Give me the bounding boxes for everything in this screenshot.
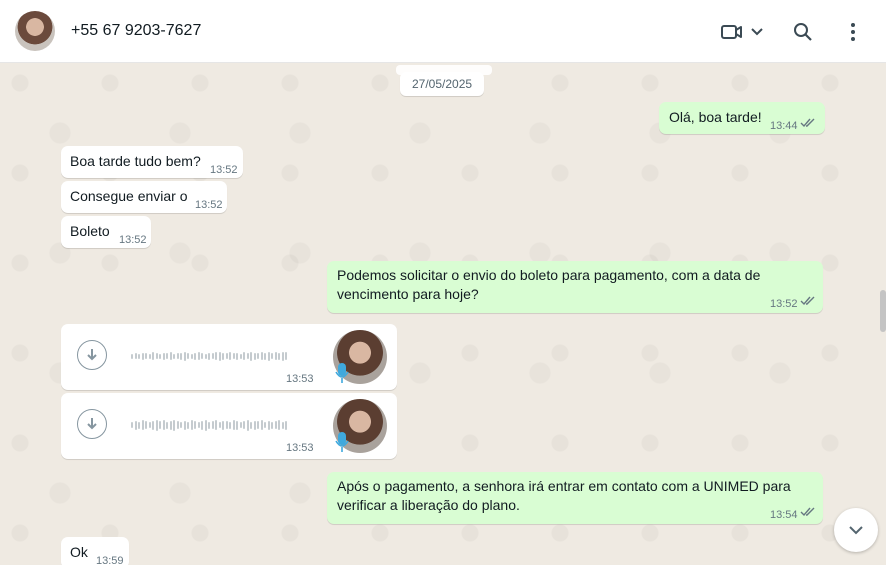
message-time: 13:52 [119,234,147,246]
scrollbar-thumb[interactable] [880,290,886,332]
message-list[interactable]: 27/05/2025 Olá, boa tarde! 13:44 Boa tar… [0,63,886,565]
message-text-line: verificar a liberação do plano. [337,497,520,513]
video-call-icon[interactable] [718,18,746,46]
contact-name[interactable]: +55 67 9203-7627 [71,22,201,40]
voice-message[interactable]: 13:53 [61,324,397,390]
message-bubble-incoming[interactable]: Boleto 13:52 [61,216,151,248]
message-bubble-incoming[interactable]: Consegue enviar o 13:52 [61,181,227,213]
date-separator: 27/05/2025 [400,72,485,96]
menu-icon[interactable] [839,18,867,46]
message-time: 13:59 [96,555,124,565]
chat-header: +55 67 9203-7627 [0,0,886,63]
contact-avatar[interactable] [15,11,55,51]
message-bubble-incoming[interactable]: Boa tarde tudo bem? 13:52 [61,146,243,178]
message-time: 13:52 [210,164,238,176]
message-time: 13:53 [286,442,314,454]
message-bubble-incoming[interactable]: Ok 13:59 [61,537,129,565]
message-time: 13:52 [770,298,798,310]
message-bubble-outgoing[interactable]: Podemos solicitar o envio do boleto para… [327,261,823,313]
search-icon[interactable] [789,18,817,46]
message-time: 13:44 [770,120,798,132]
chevron-down-icon[interactable] [743,18,771,46]
message-text: Olá, boa tarde! [669,109,762,125]
message-bubble-outgoing[interactable]: Após o pagamento, a senhora irá entrar e… [327,472,823,524]
message-time: 13:53 [286,373,314,385]
message-text-line: vencimento para hoje? [337,286,479,302]
waveform[interactable] [131,419,306,431]
scroll-to-bottom-button[interactable] [834,508,878,552]
message-time: 13:52 [195,199,223,211]
message-text: Consegue enviar o [70,188,188,204]
download-icon[interactable] [77,409,107,439]
message-time: 13:54 [770,509,798,521]
message-text: Boleto [70,223,110,239]
message-text-line: Podemos solicitar o envio do boleto para… [337,267,761,283]
message-text-line: Após o pagamento, a senhora irá entrar e… [337,478,791,494]
read-ticks-icon [800,118,815,128]
message-text: Ok [70,544,88,560]
voice-message[interactable]: 13:53 [61,393,397,459]
microphone-icon [335,432,349,452]
download-icon[interactable] [77,340,107,370]
chevron-down-icon [849,526,863,535]
read-ticks-icon [800,296,815,306]
message-bubble-outgoing[interactable]: Olá, boa tarde! 13:44 [659,102,825,134]
read-ticks-icon [800,507,815,517]
waveform[interactable] [131,351,306,361]
message-text: Boa tarde tudo bem? [70,153,201,169]
microphone-icon [335,363,349,383]
